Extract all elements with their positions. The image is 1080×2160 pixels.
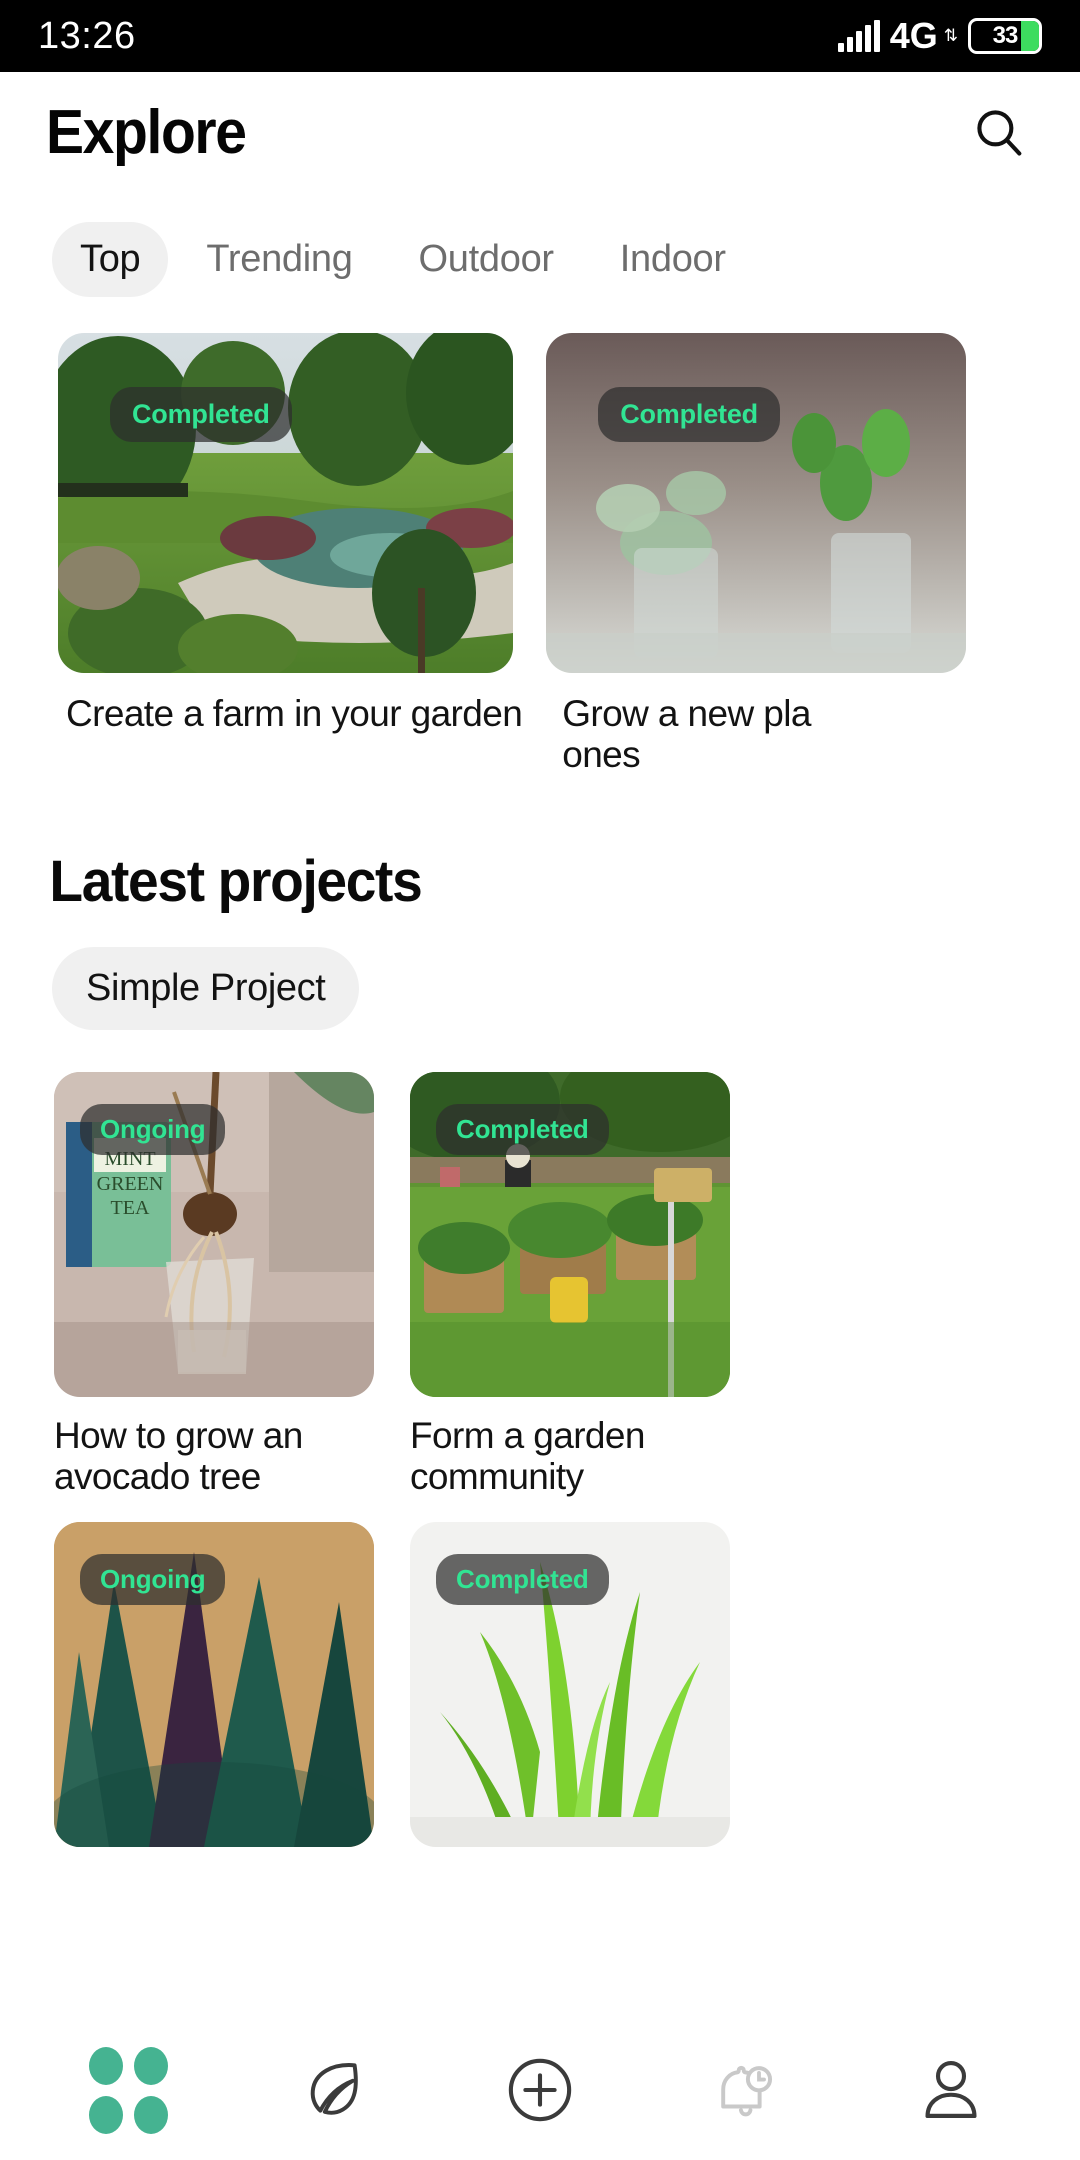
tab-outdoor[interactable]: Outdoor xyxy=(391,222,582,297)
signal-bars-icon xyxy=(837,20,880,52)
nav-notifications[interactable] xyxy=(686,2035,806,2145)
svg-text:GREEN: GREEN xyxy=(97,1173,164,1195)
featured-card[interactable]: Completed Create a farm in your garden xyxy=(58,333,523,776)
featured-thumbnail[interactable]: Completed xyxy=(546,333,967,673)
status-badge: Completed xyxy=(436,1103,609,1155)
section-title: Latest projects xyxy=(49,848,422,914)
featured-card[interactable]: Completed Grow a new pla ones xyxy=(546,333,967,776)
project-thumbnail[interactable]: Completed xyxy=(410,1521,730,1847)
bell-clock-icon xyxy=(720,2065,772,2117)
nav-profile[interactable] xyxy=(891,2035,1011,2145)
status-badge: Ongoing xyxy=(80,1553,226,1605)
data-transfer-arrows-icon: ⇅ xyxy=(943,26,958,45)
project-card[interactable]: Completed xyxy=(410,1521,730,1847)
network-type-label: 4G xyxy=(889,15,938,56)
nav-plants[interactable] xyxy=(274,2035,394,2145)
project-thumbnail[interactable]: Completed xyxy=(410,1071,730,1397)
featured-caption: Grow a new pla ones xyxy=(562,693,811,776)
landscaped-garden-with-pond-photo xyxy=(58,333,513,673)
category-tabs: Top Trending Outdoor Indoor xyxy=(0,192,1080,297)
explore-grid-icon xyxy=(89,2046,169,2134)
app-header: Explore xyxy=(0,72,1080,192)
bottom-navigation-bar xyxy=(0,2020,1080,2160)
nav-add[interactable] xyxy=(480,2035,600,2145)
status-badge: Completed xyxy=(436,1553,609,1605)
featured-caption: Create a farm in your garden xyxy=(66,693,523,734)
project-caption: How to grow an avocado tree xyxy=(54,1414,303,1498)
battery-icon: 33 xyxy=(968,18,1042,54)
search-icon xyxy=(977,110,1022,156)
status-bar: 13:26 4G ⇅ 33 xyxy=(0,0,1080,72)
status-badge: Completed xyxy=(598,387,780,442)
tab-trending[interactable]: Trending xyxy=(178,222,380,297)
project-card[interactable]: Completed Form a garden community xyxy=(410,1071,730,1498)
svg-text:TEA: TEA xyxy=(111,1197,150,1219)
status-badge: Completed xyxy=(110,387,292,442)
status-time: 13:26 xyxy=(38,14,136,57)
search-button[interactable] xyxy=(964,97,1034,167)
plus-circle-icon xyxy=(508,2058,572,2122)
featured-thumbnail[interactable]: Completed xyxy=(58,333,513,673)
chip-simple-project[interactable]: Simple Project xyxy=(52,946,360,1030)
leaf-icon xyxy=(311,2063,359,2115)
person-icon xyxy=(925,2061,977,2119)
project-caption: Form a garden community xyxy=(410,1414,645,1498)
nav-explore[interactable] xyxy=(69,2035,189,2145)
status-indicators: 4G ⇅ 33 xyxy=(837,15,1042,57)
project-card[interactable]: MINT GREEN TEA Ongoing How to grow an av… xyxy=(54,1071,374,1498)
tab-top[interactable]: Top xyxy=(52,222,169,297)
project-filter-chips: Simple Project xyxy=(0,915,1080,1030)
page-title: Explore xyxy=(46,97,247,167)
project-thumbnail[interactable]: Ongoing xyxy=(54,1521,374,1847)
status-badge: Ongoing xyxy=(80,1103,226,1155)
tab-indoor[interactable]: Indoor xyxy=(592,222,754,297)
herb-cuttings-in-glass-jars-photo xyxy=(546,333,967,673)
project-thumbnail[interactable]: MINT GREEN TEA Ongoing xyxy=(54,1071,374,1397)
project-card[interactable]: Ongoing xyxy=(54,1521,374,1847)
projects-grid: MINT GREEN TEA Ongoing How to grow an av… xyxy=(0,1030,1080,1847)
battery-percent-label: 33 xyxy=(992,22,1019,49)
scroll-fade-overlay xyxy=(0,1962,1080,2022)
featured-carousel[interactable]: Completed Create a farm in your garden C… xyxy=(0,297,1080,776)
